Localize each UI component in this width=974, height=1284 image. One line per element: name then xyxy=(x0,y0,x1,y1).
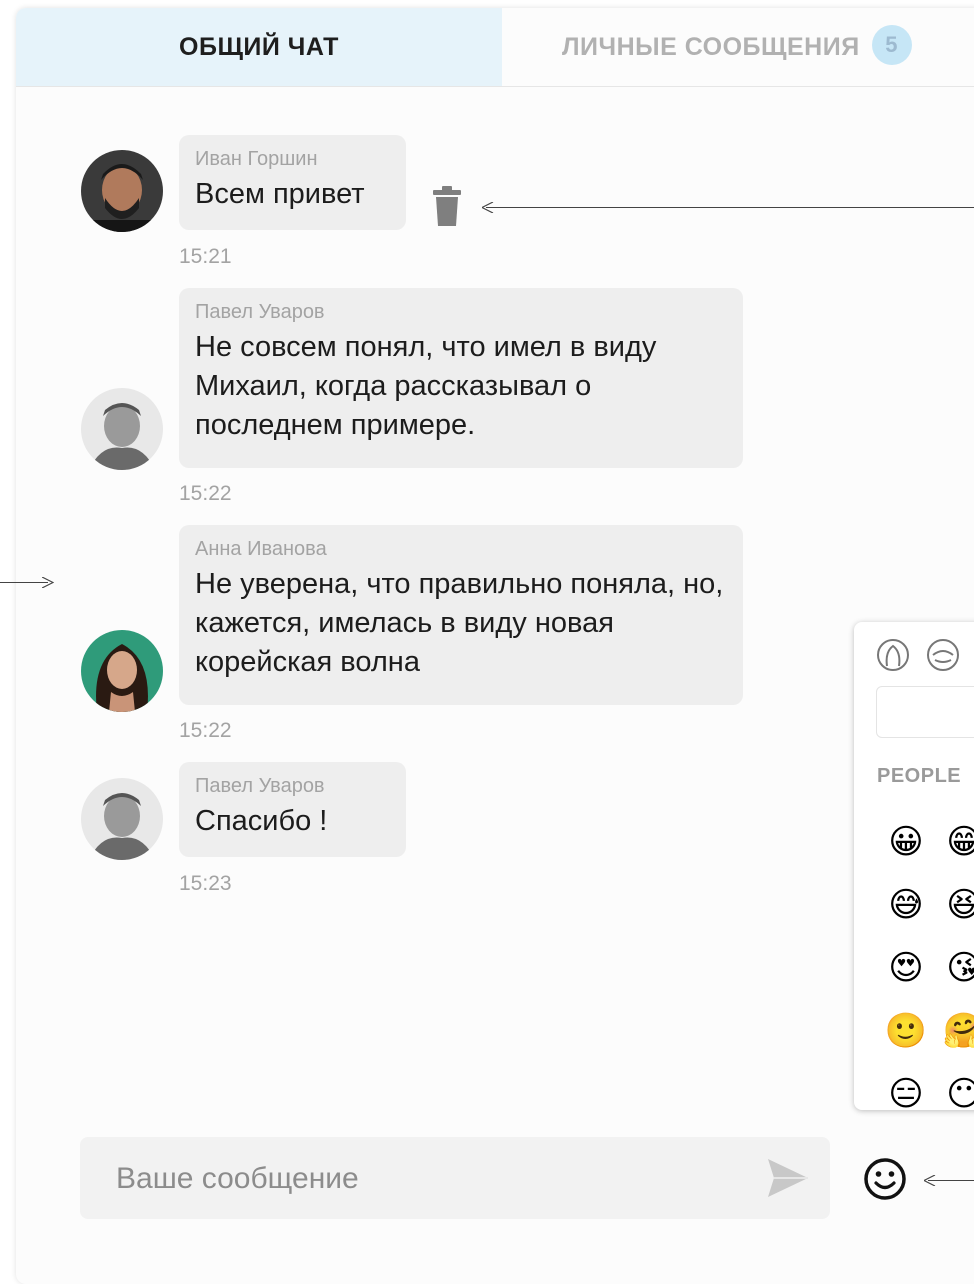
avatar[interactable] xyxy=(81,388,163,470)
message-bubble: Павел Уваров Спасибо ! xyxy=(179,762,406,857)
message-time: 15:23 xyxy=(179,872,232,895)
message-text: Не уверена, что правильно поняла, но, ка… xyxy=(195,568,724,678)
avatar[interactable] xyxy=(81,630,163,712)
message-time: 15:21 xyxy=(179,245,232,268)
message-text: Спасибо ! xyxy=(195,805,328,837)
emoji-picker: PEOPLE 😀 😁 😅 😆 😍 😘 🙂 🤗 😑 😶 xyxy=(854,622,974,1110)
emoji-item[interactable]: 😅 xyxy=(884,885,928,925)
annotation-arrowhead-emoji xyxy=(924,1175,936,1186)
tab-bar: ОБЩИЙ ЧАТ ЛИЧНЫЕ СООБЩЕНИЯ 5 xyxy=(16,8,974,87)
emoji-item[interactable]: 😶 xyxy=(942,1074,974,1110)
message-author: Павел Уваров xyxy=(195,301,325,323)
avatar[interactable] xyxy=(81,778,163,860)
message-composer xyxy=(80,1137,830,1219)
emoji-toggle-icon[interactable] xyxy=(862,1156,908,1202)
message-text: Всем привет xyxy=(195,178,365,210)
emoji-item[interactable]: 😘 xyxy=(942,948,974,988)
tab-private-messages-label: ЛИЧНЫЕ СООБЩЕНИЯ xyxy=(562,33,860,61)
emoji-category-label: PEOPLE xyxy=(877,765,962,787)
emoji-item[interactable]: 😆 xyxy=(942,885,974,925)
emoji-item[interactable]: 🙂 xyxy=(884,1011,928,1051)
trash-icon[interactable] xyxy=(432,186,462,226)
emoji-item[interactable]: 🤗 xyxy=(942,1011,974,1051)
tab-private-messages[interactable]: ЛИЧНЫЕ СООБЩЕНИЯ 5 xyxy=(502,8,974,86)
annotation-line-trash xyxy=(486,207,974,208)
send-icon[interactable] xyxy=(766,1157,810,1199)
tab-general-chat[interactable]: ОБЩИЙ ЧАТ xyxy=(16,8,502,86)
annotation-arrowhead-trash xyxy=(482,202,494,213)
emoji-item[interactable]: 😁 xyxy=(942,822,974,862)
nature-category-icon[interactable] xyxy=(926,638,960,672)
emoji-item[interactable]: 😑 xyxy=(884,1074,928,1110)
message-author: Анна Иванова xyxy=(195,538,327,560)
annotation-line-left xyxy=(0,582,48,583)
message-bubble: Иван Горшин Всем привет xyxy=(179,135,406,230)
message-bubble: Анна Иванова Не уверена, что правильно п… xyxy=(179,525,743,705)
message-author: Павел Уваров xyxy=(195,775,325,797)
message-author: Иван Горшин xyxy=(195,148,318,170)
annotation-arrowhead-left xyxy=(42,577,54,588)
emoji-item[interactable]: 😀 xyxy=(884,822,928,862)
message-text: Не совсем понял, что имел в виду Михаил,… xyxy=(195,331,657,441)
message-time: 15:22 xyxy=(179,719,232,742)
emoji-item[interactable]: 😍 xyxy=(884,948,928,988)
emoji-search-input[interactable] xyxy=(876,686,974,738)
message-time: 15:22 xyxy=(179,482,232,505)
unread-count-badge: 5 xyxy=(871,25,912,66)
people-category-icon[interactable] xyxy=(876,638,910,672)
avatar[interactable] xyxy=(81,150,163,232)
message-input[interactable] xyxy=(114,1155,738,1203)
message-bubble: Павел Уваров Не совсем понял, что имел в… xyxy=(179,288,743,468)
chat-panel: ОБЩИЙ ЧАТ ЛИЧНЫЕ СООБЩЕНИЯ 5 Иван Горшин … xyxy=(16,8,974,1284)
